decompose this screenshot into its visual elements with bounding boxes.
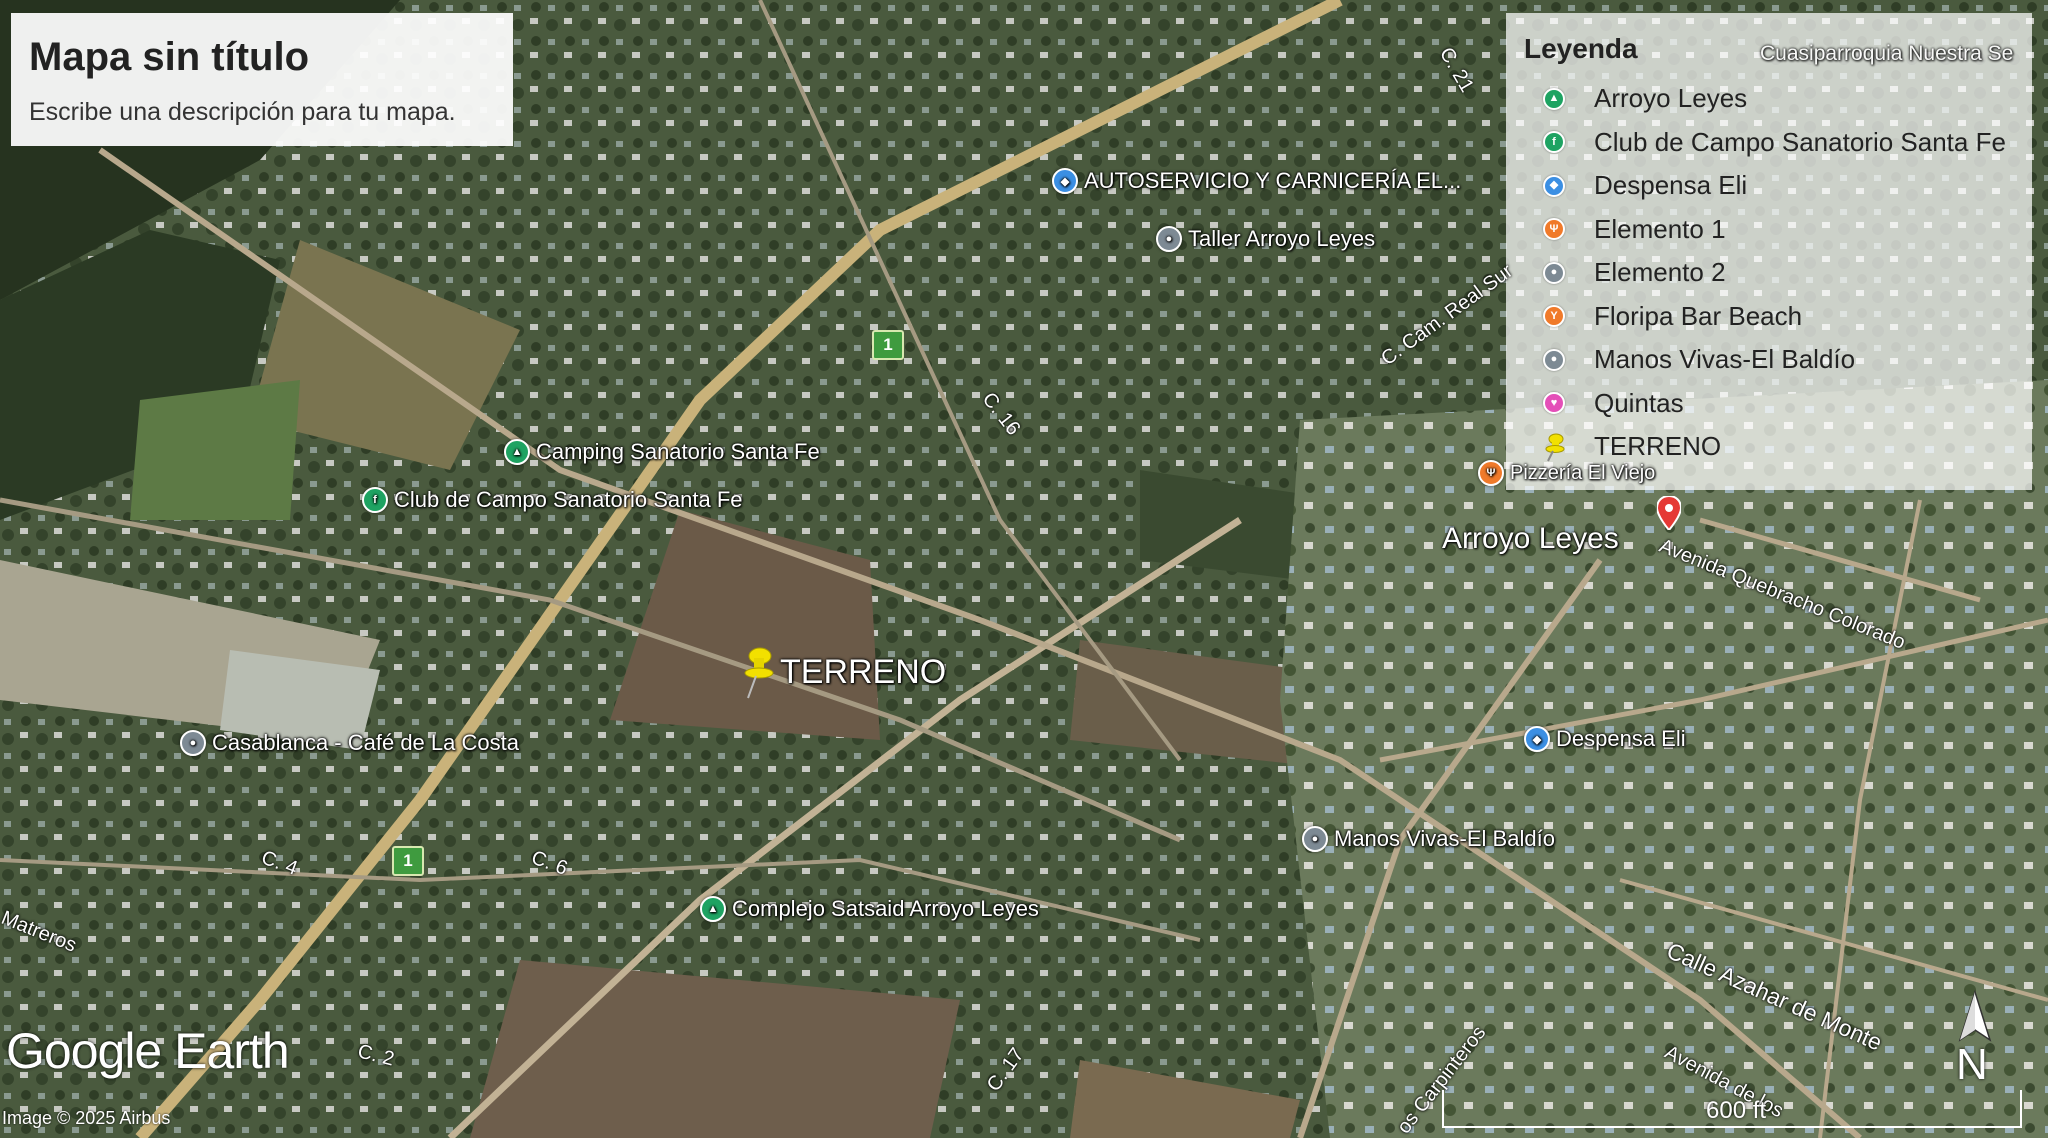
shopping-icon: ◆ [1524, 726, 1550, 752]
heart-icon: ♥ [1542, 391, 1566, 415]
shopping-icon: ◆ [1542, 174, 1566, 198]
place-label: Despensa Eli [1556, 726, 1686, 751]
legend-panel: Leyenda ▲ Arroyo Leyes f Club de Campo Sana… [1506, 13, 2032, 490]
legend-item-label: Arroyo Leyes [1594, 83, 1748, 114]
place-label: Club de Campo Sanatorio Santa Fe [394, 487, 743, 512]
place-label: Arroyo Leyes [1442, 522, 1619, 555]
place-label: Camping Sanatorio Santa Fe [536, 439, 820, 464]
place-label: Complejo Satsaid Arroyo Leyes [732, 896, 1039, 921]
circle-icon: ● [180, 730, 206, 756]
map-title-panel[interactable]: Mapa sin título Escribe una descripción … [11, 13, 513, 146]
legend-item[interactable]: f Club de Campo Sanatorio Santa Fe [1524, 121, 2014, 165]
place-arroyo-leyes[interactable]: Arroyo Leyes [1442, 522, 1619, 556]
circle-icon: ● [1542, 348, 1566, 372]
place-complejo[interactable]: ▲ Complejo Satsaid Arroyo Leyes [700, 896, 1039, 922]
pushpin-icon [1542, 433, 1566, 462]
legend-item[interactable]: Y Floripa Bar Beach [1524, 295, 2014, 339]
place-despensa[interactable]: ◆ Despensa Eli [1524, 726, 1686, 752]
copyright-text: Image © 2025 Airbus [2, 1108, 171, 1128]
place-label: AUTOSERVICIO Y CARNICERÍA EL... [1084, 168, 1462, 193]
place-manos[interactable]: ● Manos Vivas-El Baldío [1302, 826, 1555, 852]
legend-item[interactable]: ● Elemento 2 [1524, 251, 2014, 295]
place-pizzeria[interactable]: Ψ Pizzería El Viejo [1478, 460, 1655, 486]
place-label: TERRENO [780, 652, 947, 691]
circle-icon: ● [1156, 226, 1182, 252]
flag-icon: f [1542, 130, 1566, 154]
north-arrow[interactable]: N [1950, 989, 2000, 1100]
circle-icon: ● [1542, 261, 1566, 285]
legend-item[interactable]: ▲ Arroyo Leyes [1524, 77, 2014, 121]
legend-item-label: Elemento 2 [1594, 257, 1726, 288]
fork-icon: Ψ [1478, 460, 1504, 486]
place-cuasiparroquia[interactable]: Cuasiparroquia Nuestra Se [1760, 42, 2013, 66]
triangle-icon: ▲ [504, 439, 530, 465]
place-autoservicio[interactable]: ◆ AUTOSERVICIO Y CARNICERÍA EL... [1052, 168, 1461, 194]
place-terreno[interactable]: TERRENO [740, 644, 946, 700]
triangle-icon: ▲ [1542, 87, 1566, 111]
flag-icon: f [362, 487, 388, 513]
place-label: Manos Vivas-El Baldío [1334, 826, 1555, 851]
google-earth-logo: Google Earth [6, 1023, 290, 1079]
legend-item-label: Club de Campo Sanatorio Santa Fe [1594, 126, 2006, 157]
legend-item-label: Despensa Eli [1594, 170, 1748, 201]
place-camping[interactable]: ▲ Camping Sanatorio Santa Fe [504, 439, 820, 465]
route-shield: 1 [392, 846, 424, 876]
glass-icon: Y [1542, 304, 1566, 328]
legend-item[interactable]: ♥ Quintas [1524, 382, 2014, 426]
map-title[interactable]: Mapa sin título [29, 35, 495, 80]
fork-icon: Ψ [1542, 217, 1566, 241]
place-taller[interactable]: ● Taller Arroyo Leyes [1156, 226, 1375, 252]
legend-item-label: Manos Vivas-El Baldío [1594, 344, 1856, 375]
place-label: Pizzería El Viejo [1510, 461, 1656, 484]
legend-item-label: Floripa Bar Beach [1594, 300, 1803, 331]
map-description[interactable]: Escribe una descripción para tu mapa. [29, 98, 495, 127]
place-label: Taller Arroyo Leyes [1188, 226, 1376, 251]
route-shield: 1 [872, 330, 904, 360]
triangle-icon: ▲ [700, 896, 726, 922]
legend-item[interactable]: Ψ Elemento 1 [1524, 208, 2014, 252]
place-casablanca[interactable]: ● Casablanca - Café de La Costa [180, 730, 519, 756]
map-view[interactable]: Mapa sin título Escribe una descripción … [0, 0, 2048, 1138]
legend-item[interactable]: ◆ Despensa Eli [1524, 164, 2014, 208]
legend-item-label: TERRENO [1594, 431, 1722, 462]
place-club[interactable]: f Club de Campo Sanatorio Santa Fe [362, 487, 743, 513]
legend-item-label: Quintas [1594, 387, 1684, 418]
north-label: N [1956, 1040, 1988, 1089]
circle-icon: ● [1302, 826, 1328, 852]
place-label: Cuasiparroquia Nuestra Se [1760, 42, 2014, 65]
legend-item[interactable]: ● Manos Vivas-El Baldío [1524, 338, 2014, 382]
scale-label: 600 ft [1706, 1097, 1767, 1124]
red-location-marker-icon [1657, 496, 1681, 530]
legend-item-label: Elemento 1 [1594, 213, 1726, 244]
scale-bar: 600 ft [1442, 1090, 2022, 1128]
place-label: Casablanca - Café de La Costa [212, 730, 519, 755]
pushpin-icon [744, 647, 774, 699]
shopping-icon: ◆ [1052, 168, 1078, 194]
